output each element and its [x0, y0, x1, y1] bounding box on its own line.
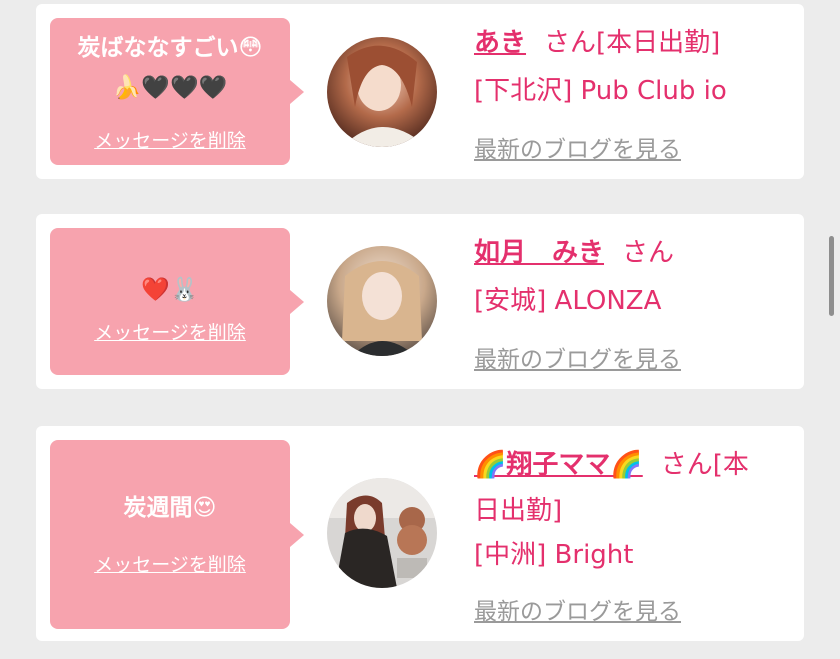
- shop-area-text: [安城] ALONZA: [474, 286, 662, 316]
- avatar[interactable]: [327, 246, 437, 356]
- message-bubble: 炭ばななすごい😳 🍌🖤🖤🖤 メッセージを削除: [50, 18, 304, 165]
- avatar-photo: [327, 246, 437, 356]
- profile-name-link[interactable]: 如月 みき: [474, 238, 604, 268]
- avatar-photo: [327, 37, 437, 147]
- message-card: 炭週間😍 メッセージを削除 🌈翔子ママ🌈 さん[本 日出勤] [中洲] Brigh…: [36, 426, 804, 641]
- honorific-text: さん: [622, 238, 675, 268]
- profile-info: 如月 みき さん [安城] ALONZA: [474, 232, 790, 317]
- avatar-photo: [327, 478, 437, 588]
- message-card: 炭ばななすごい😳 🍌🖤🖤🖤 メッセージを削除 あき さん[本日出勤] [下北沢] …: [36, 4, 804, 179]
- message-bubble: ❤️🐰 メッセージを削除: [50, 228, 304, 375]
- shop-area-text: [中洲] Bright: [474, 540, 634, 570]
- message-card: ❤️🐰 メッセージを削除 如月 みき さん [安城] ALONZA 最新のブログを…: [36, 214, 804, 389]
- avatar[interactable]: [327, 37, 437, 147]
- latest-blog-link[interactable]: 最新のブログを見る: [474, 592, 681, 626]
- delete-message-link[interactable]: メッセージを削除: [50, 318, 290, 345]
- message-emojis: ❤️🐰: [141, 277, 199, 303]
- shop-area-text: [下北沢] Pub Club io: [474, 76, 727, 106]
- message-bubble: 炭週間😍 メッセージを削除: [50, 440, 304, 629]
- message-text: 炭ばななすごい😳: [77, 35, 263, 61]
- latest-blog-link[interactable]: 最新のブログを見る: [474, 130, 681, 164]
- honorific-text: さん[本日出勤]: [544, 28, 721, 58]
- latest-blog-link[interactable]: 最新のブログを見る: [474, 340, 681, 374]
- profile-info: 🌈翔子ママ🌈 さん[本 日出勤] [中洲] Bright: [474, 444, 790, 571]
- profile-name-link[interactable]: あき: [474, 28, 526, 58]
- message-text: 炭週間😍: [123, 495, 217, 521]
- honorific-text: さん[本: [660, 450, 749, 480]
- profile-name-link[interactable]: 🌈翔子ママ🌈: [474, 450, 643, 480]
- message-emojis: 🍌🖤🖤🖤: [112, 75, 228, 101]
- honorific-text-continued: 日出勤]: [474, 496, 563, 526]
- avatar[interactable]: [327, 478, 437, 588]
- delete-message-link[interactable]: メッセージを削除: [50, 126, 290, 153]
- scrollbar-thumb[interactable]: [829, 236, 834, 316]
- profile-info: あき さん[本日出勤] [下北沢] Pub Club io: [474, 22, 790, 107]
- delete-message-link[interactable]: メッセージを削除: [50, 550, 290, 577]
